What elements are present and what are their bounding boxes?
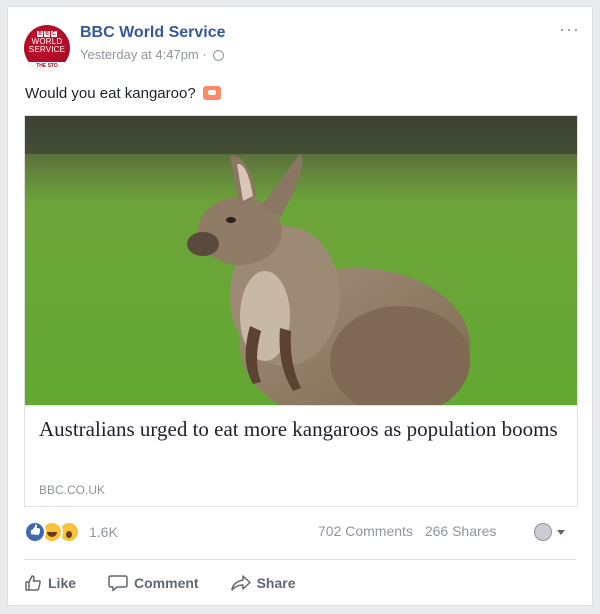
thumbs-up-icon (25, 575, 41, 591)
link-headline[interactable]: Australians urged to eat more kangaroos … (39, 416, 559, 443)
kangaroo-photo (25, 116, 577, 405)
engagement-stats: 702 Comments 266 Shares (318, 523, 504, 539)
chevron-down-icon[interactable] (557, 530, 565, 535)
globe-icon (213, 50, 225, 62)
link-preview-image[interactable] (24, 115, 578, 405)
viewer-avatar-icon[interactable] (534, 523, 552, 541)
like-label: Like (48, 575, 77, 591)
post-text-content: Would you eat kangaroo? (25, 85, 196, 102)
post-card: BBC WORLD SERVICE THE STO BBC World Serv… (7, 6, 593, 606)
share-button[interactable]: Share (230, 574, 296, 592)
avatar-world-service-text: WORLD SERVICE (28, 37, 66, 54)
like-button[interactable]: Like (24, 574, 76, 592)
like-reaction-icon (24, 521, 46, 543)
post-meta: Yesterday at 4:47pm · (80, 47, 225, 62)
avatar-strip-text: THE STO (24, 62, 70, 71)
page-name-link[interactable]: BBC World Service (80, 24, 226, 42)
post-text: Would you eat kangaroo? (25, 85, 221, 102)
link-domain: BBC.CO.UK (39, 483, 106, 497)
page-avatar[interactable]: BBC WORLD SERVICE THE STO (24, 25, 70, 71)
more-options-button[interactable]: ··· (559, 19, 580, 40)
action-bar: Like Comment Share (24, 567, 328, 599)
share-label: Share (256, 575, 296, 591)
actions-divider (24, 559, 576, 560)
share-arrow-icon (230, 575, 251, 591)
shares-count-link[interactable]: 266 Shares (425, 523, 497, 539)
cooking-pot-icon (202, 86, 221, 100)
comment-button[interactable]: Comment (108, 574, 199, 592)
comment-bubble-icon (108, 575, 128, 592)
comment-label: Comment (134, 575, 199, 591)
reactions-summary[interactable]: 1.6K (24, 521, 118, 543)
meta-separator: · (202, 47, 207, 62)
link-preview-card[interactable]: Australians urged to eat more kangaroos … (24, 405, 578, 507)
comments-count-link[interactable]: 702 Comments (318, 523, 413, 539)
reaction-count[interactable]: 1.6K (89, 524, 118, 540)
post-timestamp[interactable]: Yesterday at 4:47pm (80, 47, 199, 62)
